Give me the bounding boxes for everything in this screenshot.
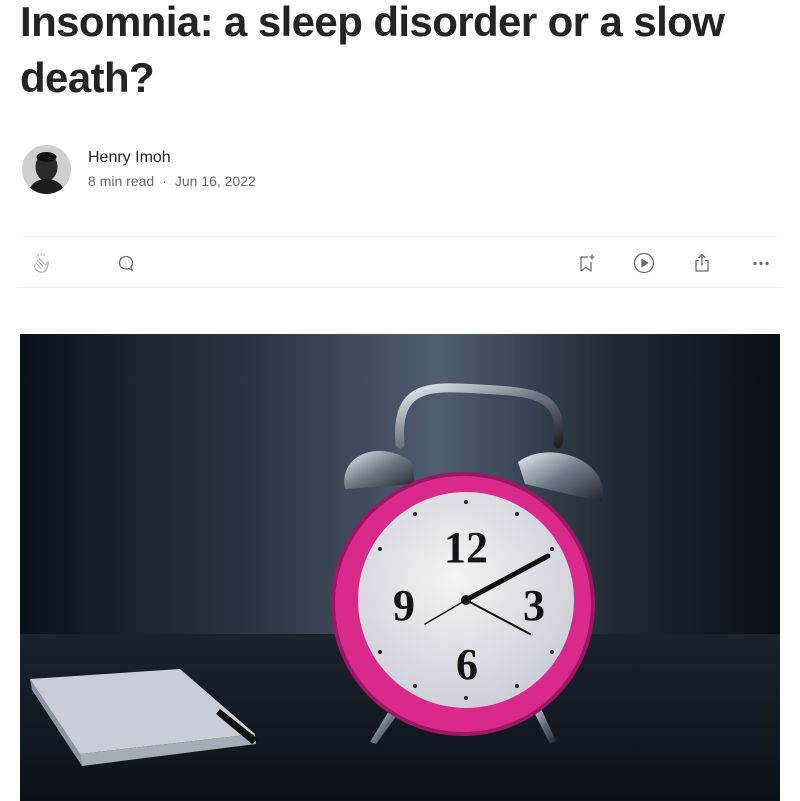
bookmark-add-icon[interactable] xyxy=(575,251,599,275)
author-name-link[interactable]: Henry Imoh xyxy=(88,149,256,167)
comment-bubble-icon[interactable] xyxy=(114,251,138,275)
clock-numeral-3: 3 xyxy=(523,581,545,630)
play-circle-icon[interactable] xyxy=(632,251,656,275)
author-block: Henry Imoh 8 min read · Jun 16, 2022 xyxy=(22,143,256,195)
article-title: Insomnia: a sleep disorder or a slow dea… xyxy=(20,0,725,101)
hero-image: 12 3 6 9 xyxy=(20,334,780,801)
article-action-bar xyxy=(20,236,780,288)
meta-separator: · xyxy=(162,173,167,189)
clock-numeral-6: 6 xyxy=(456,640,478,689)
author-avatar[interactable] xyxy=(22,144,71,194)
share-icon[interactable] xyxy=(690,251,714,275)
clap-icon[interactable] xyxy=(30,251,54,275)
read-time: 8 min read xyxy=(88,173,155,189)
more-dots-icon[interactable] xyxy=(749,251,773,275)
article-meta: 8 min read · Jun 16, 2022 xyxy=(88,173,256,189)
clock-numeral-9: 9 xyxy=(393,581,415,630)
clock-numeral-12: 12 xyxy=(444,523,488,572)
publish-date: Jun 16, 2022 xyxy=(174,173,256,189)
